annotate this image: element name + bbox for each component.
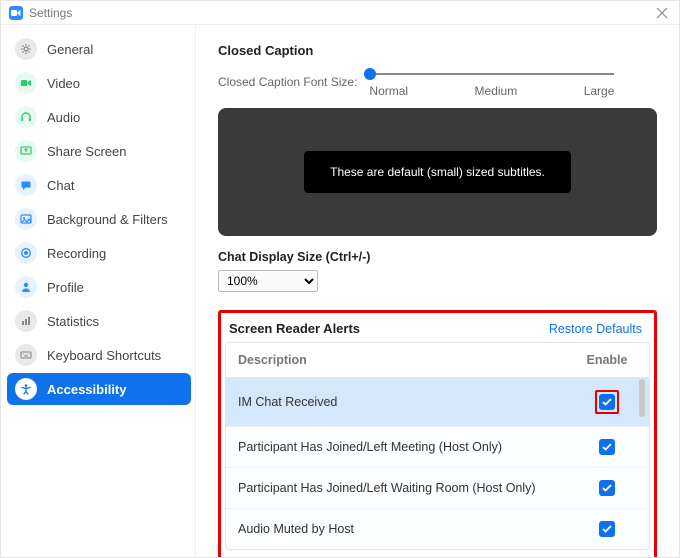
gear-icon [15,38,37,60]
slider-ticks: Normal Medium Large [369,66,614,98]
tick-large: Large [584,84,615,98]
font-size-row: Closed Caption Font Size: Normal Medium … [218,66,657,98]
enable-checkbox[interactable] [599,480,615,496]
chat-size-select[interactable]: 100% [218,270,318,292]
sidebar-item-label: Video [47,76,80,91]
font-size-label: Closed Caption Font Size: [218,75,357,89]
sidebar-item-keyboard-shortcuts[interactable]: Keyboard Shortcuts [7,339,191,371]
alert-row: Participant Has Joined/Left Meeting (Hos… [226,427,649,468]
accessibility-icon [15,378,37,400]
sidebar-item-chat[interactable]: Chat [7,169,191,201]
sidebar-item-label: Keyboard Shortcuts [47,348,161,363]
checkbox-highlight-box [595,390,619,414]
alerts-title: Screen Reader Alerts [229,321,360,336]
sidebar-item-profile[interactable]: Profile [7,271,191,303]
headphones-icon [15,106,37,128]
alerts-table: Description Enable IM Chat Received Parti… [225,342,650,550]
tick-normal: Normal [369,84,408,98]
body: General Video Audio Share Screen Chat Backgro… [1,25,679,557]
sidebar-item-video[interactable]: Video [7,67,191,99]
col-enable: Enable [577,353,637,367]
sidebar: General Video Audio Share Screen Chat Backgro… [1,25,196,557]
zoom-app-icon [9,6,23,20]
sidebar-item-accessibility[interactable]: Accessibility [7,373,191,405]
alerts-scrollbar[interactable] [639,379,645,417]
screen-reader-alerts-box: Screen Reader Alerts Restore Defaults De… [218,310,657,557]
sidebar-item-label: Background & Filters [47,212,168,227]
chat-icon [15,174,37,196]
sidebar-item-background-filters[interactable]: Background & Filters [7,203,191,235]
enable-checkbox[interactable] [599,439,615,455]
recording-icon [15,242,37,264]
sidebar-item-label: General [47,42,93,57]
alerts-header: Screen Reader Alerts Restore Defaults [223,315,652,342]
sidebar-item-label: Share Screen [47,144,127,159]
alerts-table-head: Description Enable [226,343,649,378]
sidebar-highlight-box: Accessibility [7,373,191,405]
share-screen-icon [15,140,37,162]
col-description: Description [238,353,577,367]
close-icon[interactable] [653,4,671,22]
sidebar-item-share-screen[interactable]: Share Screen [7,135,191,167]
background-icon [15,208,37,230]
sidebar-item-label: Profile [47,280,84,295]
profile-icon [15,276,37,298]
slider-track [369,73,614,75]
alert-row: IM Chat Received [226,378,649,427]
tick-medium: Medium [475,84,518,98]
alert-description: Participant Has Joined/Left Waiting Room… [238,481,577,495]
sidebar-item-label: Chat [47,178,74,193]
enable-checkbox[interactable] [599,521,615,537]
sidebar-item-statistics[interactable]: Statistics [7,305,191,337]
sidebar-item-label: Statistics [47,314,99,329]
restore-defaults-link[interactable]: Restore Defaults [549,322,642,336]
titlebar: Settings [1,1,679,25]
window-title: Settings [29,6,72,20]
alert-row: Participant Has Joined/Left Waiting Room… [226,468,649,509]
alert-description: IM Chat Received [238,395,577,409]
sidebar-item-label: Accessibility [47,382,127,397]
alert-row: Audio Muted by Host [226,509,649,549]
chat-size-section: Chat Display Size (Ctrl+/-) 100% [218,250,657,292]
subtitle-preview-text: These are default (small) sized subtitle… [304,151,571,193]
sidebar-item-audio[interactable]: Audio [7,101,191,133]
keyboard-icon [15,344,37,366]
alert-description: Audio Muted by Host [238,522,577,536]
alert-description: Participant Has Joined/Left Meeting (Hos… [238,440,577,454]
stats-icon [15,310,37,332]
font-size-slider[interactable]: Normal Medium Large [369,66,614,98]
enable-checkbox[interactable] [599,394,615,410]
chat-size-label: Chat Display Size (Ctrl+/-) [218,250,657,264]
settings-window: Settings General Video Audio Share Screen Ch… [0,0,680,558]
sidebar-item-label: Audio [47,110,80,125]
sidebar-item-general[interactable]: General [7,33,191,65]
sidebar-item-recording[interactable]: Recording [7,237,191,269]
caption-section-title: Closed Caption [218,43,657,58]
sidebar-item-label: Recording [47,246,106,261]
main-panel: Closed Caption Closed Caption Font Size:… [196,25,679,557]
caption-preview: These are default (small) sized subtitle… [218,108,657,236]
video-icon [15,72,37,94]
